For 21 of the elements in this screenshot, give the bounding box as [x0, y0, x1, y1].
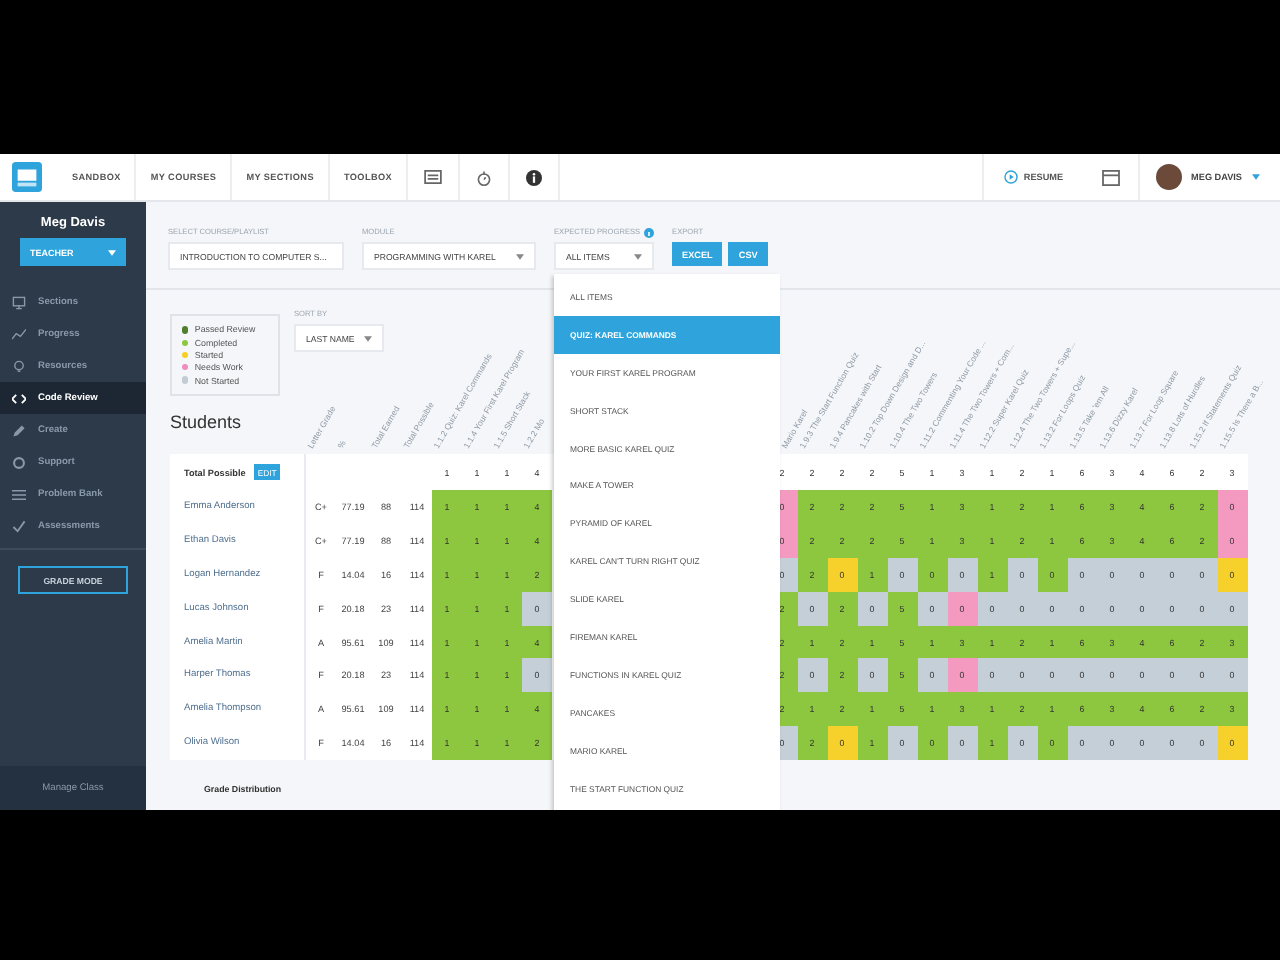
avatar[interactable]: [1155, 164, 1182, 190]
monitor-icon: [12, 295, 26, 309]
caret-icon: [516, 253, 524, 259]
timer-icon[interactable]: [476, 169, 492, 185]
bulb-icon: [12, 359, 26, 373]
calendar-icon[interactable]: [1101, 169, 1120, 185]
pencil-icon: [12, 423, 26, 437]
keyboard-icon[interactable]: [424, 170, 442, 184]
caret-icon: [634, 253, 642, 259]
logo-icon[interactable]: [12, 162, 42, 192]
caret-icon[interactable]: [1252, 174, 1260, 180]
list-icon: [12, 487, 26, 501]
chart-icon: [12, 327, 26, 341]
code-icon: [12, 391, 26, 405]
section-heading: Students: [170, 412, 244, 432]
checkmark-icon: [12, 519, 26, 533]
caret-icon: [364, 335, 372, 341]
play-circle-icon: [1003, 170, 1018, 184]
info-icon[interactable]: [526, 169, 542, 185]
ring-icon: [12, 455, 26, 469]
caret-icon: [108, 249, 116, 255]
